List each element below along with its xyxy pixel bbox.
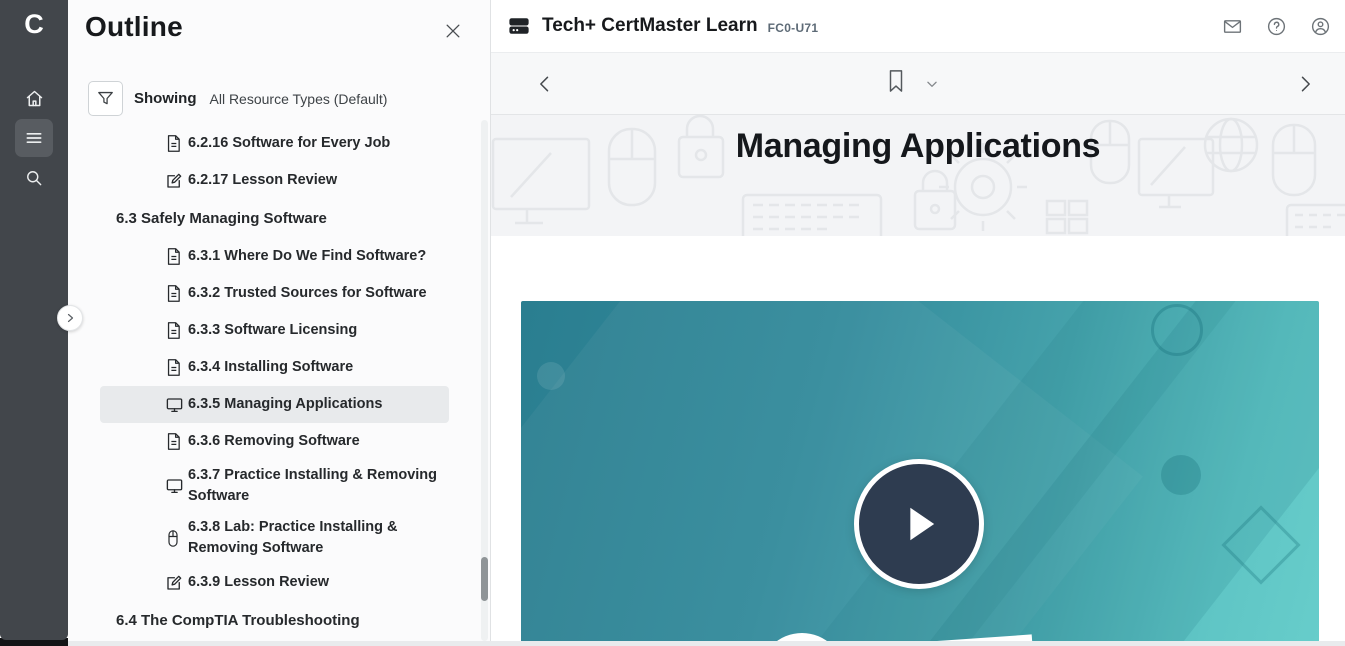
filter-row: Showing All Resource Types (Default) [88, 81, 387, 116]
comptia-logo: C [24, 8, 44, 40]
outline-item[interactable]: 6.3.1 Where Do We Find Software? [100, 238, 449, 275]
outline-item-label: 6.3.2 Trusted Sources for Software [188, 278, 431, 309]
certmaster-app-icon [508, 15, 530, 37]
help-button[interactable] [1265, 16, 1287, 38]
outline-item[interactable]: 6.2.16 Software for Every Job [100, 125, 449, 162]
lesson-title-banner: Managing Applications [491, 115, 1345, 236]
outline-item[interactable]: 6.3.2 Trusted Sources for Software [100, 275, 449, 312]
outline-list: 6.2.16 Software for Every Job 6.2.17 Less… [100, 125, 449, 640]
document-icon [165, 321, 184, 340]
document-icon [165, 432, 184, 451]
menu-icon [24, 128, 44, 148]
lesson-navbar [491, 53, 1345, 115]
monitor-icon [165, 396, 184, 414]
outline-item[interactable]: 6.3.3 Software Licensing [100, 312, 449, 349]
video-decor-dot [1161, 455, 1201, 495]
bottom-edge-strip [68, 641, 1345, 646]
help-icon [1266, 16, 1287, 37]
play-icon [893, 498, 945, 550]
outline-item[interactable]: 6.2.17 Lesson Review [100, 162, 449, 199]
outline-item[interactable]: 6.3.4 Installing Software [100, 349, 449, 386]
video-decor-blob [537, 362, 565, 390]
outline-scrollbar-thumb[interactable] [481, 557, 488, 601]
edit-icon [165, 172, 184, 190]
filter-value: All Resource Types (Default) [210, 91, 388, 107]
search-icon [24, 168, 44, 188]
outline-item[interactable]: 6.3.9 Lesson Review [100, 564, 449, 601]
account-button[interactable] [1309, 16, 1331, 38]
outline-item-label: 6.3.1 Where Do We Find Software? [188, 241, 430, 272]
document-icon [165, 358, 184, 377]
outline-item-label: 6.3.5 Managing Applications [188, 389, 386, 420]
chevron-left-icon [535, 74, 555, 94]
chevron-right-icon [64, 312, 76, 324]
outline-section-header[interactable]: 6.3 Safely Managing Software [100, 199, 449, 238]
outline-item-label: 6.3 Safely Managing Software [116, 203, 331, 234]
edit-icon [165, 574, 184, 592]
app-header: Tech+ CertMaster Learn FC0-U71 [491, 0, 1345, 53]
outline-menu-button[interactable] [15, 119, 53, 157]
next-page-button[interactable] [1295, 74, 1315, 94]
outline-item-label: 6.2.16 Software for Every Job [188, 128, 394, 159]
close-icon [443, 21, 467, 41]
home-icon [24, 88, 45, 109]
outline-scrollbar[interactable] [481, 120, 488, 641]
outline-item[interactable]: 6.3.5 Managing Applications [100, 386, 449, 423]
outline-item-label: 6.4 The CompTIA Troubleshooting [116, 605, 364, 636]
outline-item-label: 6.2.17 Lesson Review [188, 165, 341, 196]
outline-panel: Outline Showing All Resource Types (Defa… [68, 0, 490, 646]
outline-item[interactable]: 6.3.8 Lab: Practice Installing & Removin… [100, 512, 449, 564]
filter-showing-label: Showing [134, 90, 197, 107]
bookmark-dropdown-button[interactable] [925, 77, 939, 91]
play-button[interactable] [854, 459, 984, 589]
app-title: Tech+ CertMaster Learn [542, 15, 758, 37]
outline-item[interactable]: 6.3.7 Practice Installing & Removing Sof… [100, 460, 449, 512]
messages-button[interactable] [1221, 16, 1243, 38]
search-button[interactable] [15, 159, 53, 197]
outline-item-label: 6.3.3 Software Licensing [188, 315, 361, 346]
outline-item-label: 6.3.7 Practice Installing & Removing Sof… [188, 460, 449, 512]
bookmark-button[interactable] [885, 68, 907, 94]
home-button[interactable] [15, 79, 53, 117]
course-code: FC0-U71 [768, 21, 819, 35]
chevron-down-icon [925, 77, 939, 91]
outline-section-header[interactable]: 6.4 The CompTIA Troubleshooting [100, 601, 449, 640]
document-icon [165, 247, 184, 266]
monitor-icon [165, 477, 184, 495]
document-icon [165, 284, 184, 303]
outline-item-label: 6.3.6 Removing Software [188, 426, 364, 457]
previous-page-button[interactable] [535, 74, 555, 94]
video-player[interactable] [521, 301, 1319, 646]
document-icon [165, 134, 184, 153]
filter-funnel-icon [96, 89, 115, 108]
main-area: Tech+ CertMaster Learn FC0-U71 [490, 0, 1345, 646]
outline-title: Outline [85, 11, 183, 43]
outline-item[interactable]: 6.3.6 Removing Software [100, 423, 449, 460]
mouse-icon [165, 529, 184, 548]
mail-icon [1222, 16, 1243, 37]
outline-item-label: 6.3.4 Installing Software [188, 352, 357, 383]
outline-item-label: 6.3.9 Lesson Review [188, 567, 333, 598]
bookmark-icon [885, 68, 907, 94]
outline-item-label: 6.3.8 Lab: Practice Installing & Removin… [188, 512, 449, 564]
filter-button[interactable] [88, 81, 123, 116]
page-title: Managing Applications [491, 127, 1345, 166]
expand-panel-button[interactable] [57, 305, 83, 331]
account-icon [1310, 16, 1331, 37]
close-outline-button[interactable] [443, 19, 467, 43]
video-decor-ring [1151, 304, 1203, 356]
chevron-right-icon [1295, 74, 1315, 94]
